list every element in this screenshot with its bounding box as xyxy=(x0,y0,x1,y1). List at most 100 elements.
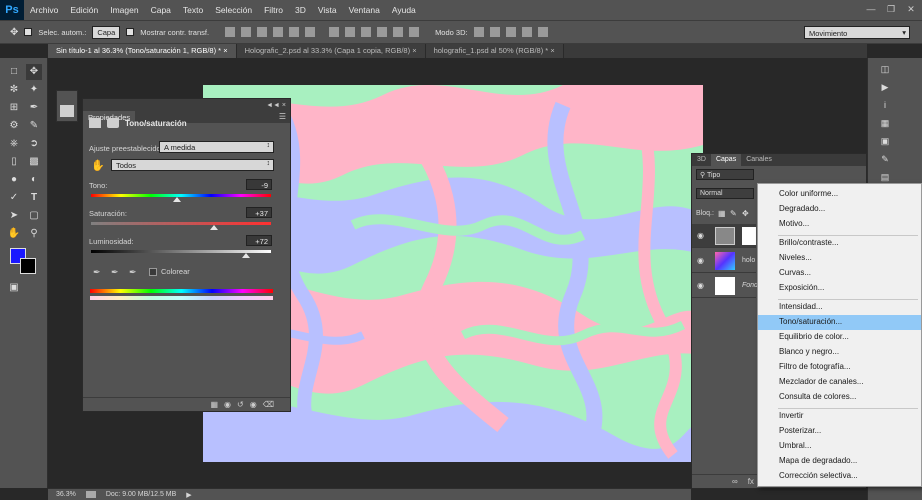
actions-icon[interactable]: ▶ xyxy=(878,80,892,94)
rotate3d-icon[interactable] xyxy=(473,27,484,37)
menu-capa[interactable]: Capa xyxy=(145,5,177,15)
menu-imagen[interactable]: Imagen xyxy=(104,5,144,15)
preset-select[interactable]: A medida ↕ xyxy=(159,141,274,153)
distribute-right-icon[interactable] xyxy=(409,27,420,37)
styles-icon[interactable]: ▣ xyxy=(878,134,892,148)
menu-item-exposicion[interactable]: Exposición... xyxy=(758,281,921,296)
brushes-icon[interactable]: ✎ xyxy=(878,152,892,166)
status-arrow-icon[interactable]: ▶ xyxy=(186,491,191,499)
history-brush-tool-icon[interactable]: ➲ xyxy=(26,136,42,152)
distribute-bottom-icon[interactable] xyxy=(361,27,372,37)
tab-document-2[interactable]: Holografic_2.psd al 33.3% (Capa 1 copia,… xyxy=(236,44,426,58)
align-top-icon[interactable] xyxy=(225,27,236,37)
eyedropper-tool-icon[interactable]: ✒ xyxy=(26,100,42,116)
quick-mask-icon[interactable]: ▣ xyxy=(6,280,22,296)
gradient-tool-icon[interactable]: ▩ xyxy=(26,154,42,170)
minimize-icon[interactable]: — xyxy=(864,3,878,15)
zoom-level[interactable]: 36.3% xyxy=(56,491,76,498)
saturation-slider-track[interactable] xyxy=(91,222,271,225)
path-select-tool-icon[interactable]: ➤ xyxy=(6,208,22,224)
tab-capas[interactable]: Capas xyxy=(710,154,742,166)
workspace-select[interactable]: Movimiento ▾ xyxy=(804,26,910,39)
target-adjust-hand-icon[interactable]: ✋ xyxy=(91,159,105,172)
menu-filtro[interactable]: Filtro xyxy=(258,5,289,15)
menu-archivo[interactable]: Archivo xyxy=(24,5,64,15)
move-tool-icon[interactable]: ✥ xyxy=(10,27,18,38)
close-icon[interactable]: ✕ xyxy=(904,3,918,15)
menu-item-mezclador-canales[interactable]: Mezclador de canales... xyxy=(758,375,921,390)
fx-icon[interactable]: fx xyxy=(748,477,754,486)
blend-mode-select[interactable]: Normal xyxy=(696,188,754,199)
brush-tool-icon[interactable]: ✎ xyxy=(26,118,42,134)
lock-pixels-icon[interactable]: ▦ xyxy=(718,209,726,218)
hue-value-input[interactable]: -9 xyxy=(246,179,272,190)
clone-stamp-tool-icon[interactable]: ⎈ xyxy=(6,136,22,152)
zoom-tool-icon[interactable]: ⚲ xyxy=(26,226,42,242)
trash-icon[interactable]: ⌫ xyxy=(263,400,274,409)
layer-row-hue-saturation[interactable]: ◉ xyxy=(692,224,756,248)
autoselect-checkbox[interactable] xyxy=(24,28,33,36)
colorize-checkbox[interactable] xyxy=(149,268,157,276)
rect-marquee-tool-icon[interactable]: □ xyxy=(6,64,22,80)
eye-icon[interactable]: ◉ xyxy=(697,256,704,265)
adjustments-icon[interactable]: ▤ xyxy=(878,170,892,184)
menu-item-consulta-colores[interactable]: Consulta de colores... xyxy=(758,390,921,405)
menu-item-color-uniforme[interactable]: Color uniforme... xyxy=(758,187,921,202)
menu-item-motivo[interactable]: Motivo... xyxy=(758,217,921,232)
history-icon[interactable]: ◫ xyxy=(878,62,892,76)
menu-item-correccion-selectiva[interactable]: Corrección selectiva... xyxy=(758,469,921,484)
menu-item-mapa-degradado[interactable]: Mapa de degradado... xyxy=(758,454,921,469)
close-icon[interactable]: × xyxy=(412,46,416,55)
align-bottom-icon[interactable] xyxy=(257,27,268,37)
scale3d-icon[interactable] xyxy=(537,27,548,37)
autoselect-select[interactable]: Capa xyxy=(92,25,121,39)
menu-item-equilibrio-color[interactable]: Equilibrio de color... xyxy=(758,330,921,345)
align-right-icon[interactable] xyxy=(305,27,316,37)
align-center-icon[interactable] xyxy=(289,27,300,37)
reset-icon[interactable]: ↺ xyxy=(237,400,244,409)
healing-brush-tool-icon[interactable]: ⚙ xyxy=(6,118,22,134)
menu-texto[interactable]: Texto xyxy=(177,5,209,15)
saturation-slider-thumb[interactable] xyxy=(210,225,219,230)
pen-tool-icon[interactable]: ✓ xyxy=(6,190,22,206)
roll3d-icon[interactable] xyxy=(489,27,500,37)
lasso-tool-icon[interactable]: ✼ xyxy=(6,82,22,98)
menu-vista[interactable]: Vista xyxy=(312,5,343,15)
saturation-value-input[interactable]: +37 xyxy=(246,207,272,218)
distribute-left-icon[interactable] xyxy=(377,27,388,37)
menu-item-filtro-fotografia[interactable]: Filtro de fotografía... xyxy=(758,360,921,375)
restore-icon[interactable]: ❐ xyxy=(884,3,898,15)
align-left-icon[interactable] xyxy=(273,27,284,37)
menu-ventana[interactable]: Ventana xyxy=(343,5,386,15)
distribute-middle-icon[interactable] xyxy=(345,27,356,37)
menu-item-intensidad[interactable]: Intensidad... xyxy=(758,300,921,315)
menu-3d[interactable]: 3D xyxy=(289,5,312,15)
panel-menu-icon[interactable]: ☰ xyxy=(279,112,286,121)
move-tool-icon[interactable]: ✥ xyxy=(26,64,42,80)
tab-document-1[interactable]: Sin título-1 al 36.3% (Tono/saturación 1… xyxy=(48,44,237,58)
distribute-top-icon[interactable] xyxy=(329,27,340,37)
mask-icon[interactable] xyxy=(107,118,119,128)
blur-tool-icon[interactable]: ● xyxy=(6,172,22,188)
close-icon[interactable]: × xyxy=(550,46,554,55)
layer-row-holo[interactable]: ◉ holo xyxy=(692,249,756,273)
menu-item-blanco-negro[interactable]: Blanco y negro... xyxy=(758,345,921,360)
view-previous-icon[interactable]: ◉ xyxy=(224,400,231,409)
distribute-center-icon[interactable] xyxy=(393,27,404,37)
clip-to-layer-icon[interactable]: ▦ xyxy=(210,400,218,409)
lightness-value-input[interactable]: +72 xyxy=(246,235,272,246)
menu-item-degradado[interactable]: Degradado... xyxy=(758,202,921,217)
slide3d-icon[interactable] xyxy=(521,27,532,37)
lock-position-icon[interactable]: ✥ xyxy=(742,209,749,218)
menu-edicion[interactable]: Edición xyxy=(64,5,104,15)
visibility-eye-icon[interactable]: ◉ xyxy=(250,400,257,409)
crop-tool-icon[interactable]: ⊞ xyxy=(6,100,22,116)
eyedropper-plus-icon[interactable]: ✒ xyxy=(111,267,119,278)
eyedropper-icon[interactable]: ✒ xyxy=(93,267,101,278)
magic-wand-tool-icon[interactable]: ✦ xyxy=(26,82,42,98)
align-middle-icon[interactable] xyxy=(241,27,252,37)
eyedropper-minus-icon[interactable]: ✒ xyxy=(129,267,137,278)
tab-document-3[interactable]: holografic_1.psd al 50% (RGB/8) * × xyxy=(425,44,564,58)
menu-ayuda[interactable]: Ayuda xyxy=(386,5,422,15)
panel-collapse-icon[interactable]: ◄◄ × xyxy=(266,102,286,109)
